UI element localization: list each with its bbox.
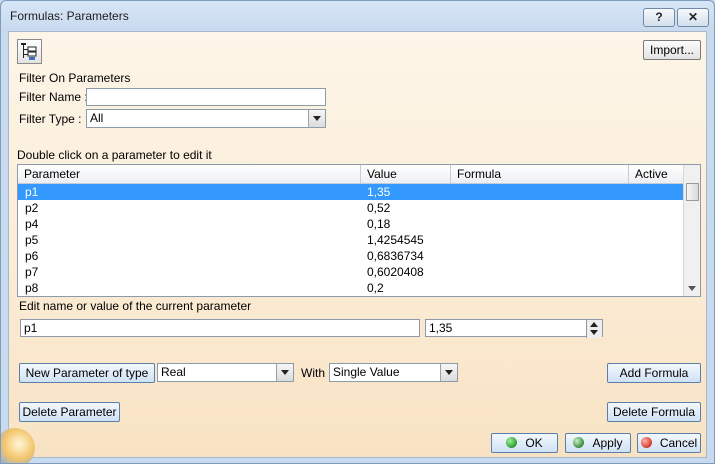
tree-view-button[interactable] <box>17 39 42 64</box>
spin-up-icon[interactable] <box>590 322 598 327</box>
filter-section-label: Filter On Parameters <box>19 71 131 85</box>
filter-type-select[interactable]: All <box>86 109 326 128</box>
param-value: 0,6836734 <box>367 249 424 263</box>
ok-label: OK <box>525 436 543 450</box>
apply-button[interactable]: Apply <box>565 433 631 453</box>
edit-name-input[interactable]: p1 <box>20 319 420 337</box>
table-row[interactable]: p4 0,18 <box>18 216 685 232</box>
table-row[interactable]: p8 0,2 <box>18 280 685 296</box>
delete-formula-button[interactable]: Delete Formula <box>607 402 701 422</box>
edit-label: Edit name or value of the current parame… <box>19 299 252 313</box>
help-icon: ? <box>655 10 663 24</box>
parameter-type-select[interactable]: Real <box>157 363 294 382</box>
param-name: p8 <box>25 281 39 295</box>
hierarchy-tree-icon <box>21 43 37 60</box>
table-row[interactable]: p2 0,52 <box>18 200 685 216</box>
window-title: Formulas: Parameters <box>10 9 129 23</box>
cancel-icon <box>640 437 652 448</box>
scroll-down-icon[interactable] <box>688 286 696 291</box>
table-row[interactable]: p5 1,4254545 <box>18 232 685 248</box>
table-header: Parameter Value Formula Active <box>18 165 685 184</box>
filter-name-input[interactable] <box>86 88 326 106</box>
chevron-down-icon[interactable] <box>308 110 325 127</box>
value-kind-value: Single Value <box>333 365 400 379</box>
new-parameter-button[interactable]: New Parameter of type <box>19 363 155 383</box>
column-header-active[interactable]: Active <box>629 165 685 183</box>
column-header-value[interactable]: Value <box>361 165 451 183</box>
filter-type-label: Filter Type : <box>19 112 82 126</box>
filter-name-label: Filter Name : <box>19 90 88 104</box>
scrollbar-thumb[interactable] <box>686 183 699 201</box>
param-name: p7 <box>25 265 39 279</box>
param-name: p5 <box>25 233 39 247</box>
decorative-globe-icon <box>1 428 35 463</box>
column-header-formula[interactable]: Formula <box>451 165 629 183</box>
parameter-type-value: Real <box>161 365 186 379</box>
column-header-parameter[interactable]: Parameter <box>18 165 361 183</box>
ok-button[interactable]: OK <box>491 433 558 453</box>
param-name: p6 <box>25 249 39 263</box>
param-value: 1,35 <box>367 185 391 199</box>
table-scrollbar[interactable] <box>683 165 700 296</box>
filter-type-value: All <box>90 111 104 125</box>
param-value: 0,2 <box>367 281 384 295</box>
apply-icon <box>573 437 585 448</box>
param-name: p1 <box>25 185 39 199</box>
with-label: With <box>301 366 325 380</box>
value-kind-select[interactable]: Single Value <box>329 363 458 382</box>
param-value: 1,4254545 <box>367 233 424 247</box>
ok-icon <box>506 437 518 448</box>
edit-value-input[interactable]: 1,35 <box>425 319 603 338</box>
close-button[interactable]: ✕ <box>677 8 709 27</box>
parameters-table[interactable]: Parameter Value Formula Active p1 1,35 p… <box>17 164 701 297</box>
chevron-down-icon[interactable] <box>276 364 293 381</box>
param-name: p2 <box>25 201 39 215</box>
table-row[interactable]: p7 0,6020408 <box>18 264 685 280</box>
title-bar[interactable]: Formulas: Parameters ? ✕ <box>1 1 714 31</box>
add-formula-button[interactable]: Add Formula <box>607 363 701 383</box>
dialog-body: Import... Filter On Parameters Filter Na… <box>1 31 707 463</box>
param-name: p4 <box>25 217 39 231</box>
param-value: 0,18 <box>367 217 391 231</box>
param-value: 0,52 <box>367 201 391 215</box>
table-hint-label: Double click on a parameter to edit it <box>17 148 212 162</box>
spin-down-icon[interactable] <box>590 330 598 335</box>
parameters-dialog: Formulas: Parameters ? ✕ Import... Filte… <box>0 0 715 464</box>
import-button[interactable]: Import... <box>643 40 701 60</box>
delete-parameter-button[interactable]: Delete Parameter <box>19 402 120 422</box>
cancel-button[interactable]: Cancel <box>637 433 701 453</box>
help-button[interactable]: ? <box>643 8 675 27</box>
chevron-down-icon[interactable] <box>440 364 457 381</box>
edit-value-text: 1,35 <box>429 321 453 335</box>
apply-label: Apply <box>592 436 623 450</box>
table-row[interactable]: p1 1,35 <box>18 184 685 200</box>
cancel-label: Cancel <box>659 436 698 450</box>
close-icon: ✕ <box>687 10 699 24</box>
table-row[interactable]: p6 0,6836734 <box>18 248 685 264</box>
param-value: 0,6020408 <box>367 265 424 279</box>
value-spinner[interactable] <box>586 320 602 338</box>
